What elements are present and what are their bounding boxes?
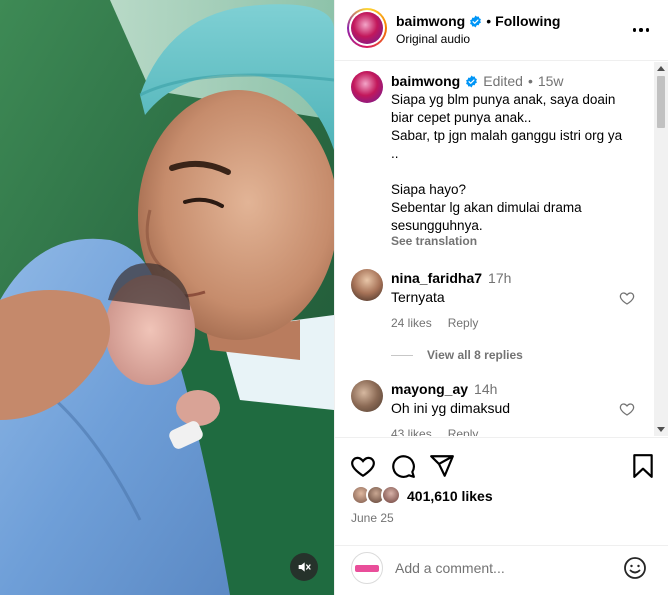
scrollbar-thumb[interactable]: [657, 76, 665, 128]
comments-list[interactable]: baimwong Edited • 15w Siapa yg blm punya…: [335, 62, 668, 436]
audio-link[interactable]: Original audio: [396, 32, 470, 46]
bookmark-icon[interactable]: [630, 453, 656, 479]
comment-likes[interactable]: 24 likes: [391, 316, 432, 330]
commenter-username[interactable]: mayong_ay: [391, 381, 468, 397]
caption-username[interactable]: baimwong: [391, 73, 460, 89]
view-replies-button[interactable]: View all 8 replies: [391, 348, 523, 362]
caption-line: Siapa hayo?: [391, 182, 467, 197]
commenter-avatar[interactable]: [351, 269, 383, 301]
view-replies-label: View all 8 replies: [427, 348, 523, 362]
comment-age[interactable]: 17h: [488, 270, 511, 286]
share-icon[interactable]: [429, 453, 455, 479]
liker-avatar: [381, 485, 401, 505]
comment-input[interactable]: [395, 558, 615, 578]
scroll-down-icon[interactable]: [657, 427, 665, 432]
author-username[interactable]: baimwong: [396, 13, 465, 29]
caption-line: biar cepet punya anak..: [391, 110, 532, 125]
verified-badge-icon: [470, 15, 482, 27]
heart-icon[interactable]: [619, 401, 635, 417]
caption-line: sesungguhnya.: [391, 218, 483, 233]
post-actions: 401,610 likes June 25: [335, 437, 668, 545]
comment-likes[interactable]: 43 likes: [391, 427, 432, 436]
comment-age[interactable]: 14h: [474, 381, 497, 397]
post-date[interactable]: June 25: [351, 511, 394, 525]
caption-separator: •: [527, 73, 533, 89]
emoji-icon[interactable]: [623, 556, 647, 580]
edited-label: Edited: [483, 73, 523, 89]
comment-text: Oh ini yg dimaksud: [391, 400, 511, 416]
verified-badge-icon: [466, 75, 478, 87]
caption-text: Siapa yg blm punya anak, saya doain biar…: [391, 91, 641, 235]
reply-button[interactable]: Reply: [448, 427, 479, 436]
following-button[interactable]: Following: [495, 13, 560, 29]
comment-icon[interactable]: [390, 453, 416, 479]
header-separator: •: [486, 13, 492, 29]
post-header: baimwong • Following Original audio: [335, 0, 668, 61]
caption-line: Sabar, tp jgn malah ganggu istri org ya: [391, 128, 623, 143]
mute-toggle-button[interactable]: [290, 553, 318, 581]
heart-icon[interactable]: [619, 290, 635, 306]
post-video-frame: [0, 0, 334, 595]
caption-line: ..: [391, 146, 399, 161]
reply-button[interactable]: Reply: [448, 316, 479, 330]
post-side-panel: baimwong • Following Original audio baim…: [334, 0, 668, 595]
speaker-muted-icon: [298, 562, 311, 572]
caption-age[interactable]: 15w: [538, 73, 564, 89]
caption-author-avatar[interactable]: [351, 71, 383, 103]
heart-icon[interactable]: [350, 453, 376, 479]
more-options-icon[interactable]: [631, 20, 651, 40]
see-translation-link[interactable]: See translation: [391, 234, 477, 248]
comment-text: Ternyata: [391, 289, 445, 305]
comments-scrollbar[interactable]: [654, 62, 668, 436]
liker-avatars[interactable]: [351, 485, 405, 505]
caption-line: Siapa yg blm punya anak, saya doain: [391, 92, 616, 107]
caption-line: [391, 163, 641, 181]
replies-divider: [391, 354, 413, 356]
commenter-avatar[interactable]: [351, 380, 383, 412]
caption-line: Sebentar lg akan dimulai drama: [391, 200, 582, 215]
commenter-username[interactable]: nina_faridha7: [391, 270, 482, 286]
post-media[interactable]: [0, 0, 334, 595]
likes-count[interactable]: 401,610 likes: [407, 488, 493, 504]
author-avatar[interactable]: [351, 12, 383, 44]
scroll-up-icon[interactable]: [657, 66, 665, 71]
current-user-avatar[interactable]: [351, 552, 383, 584]
comment-composer: [335, 545, 668, 595]
